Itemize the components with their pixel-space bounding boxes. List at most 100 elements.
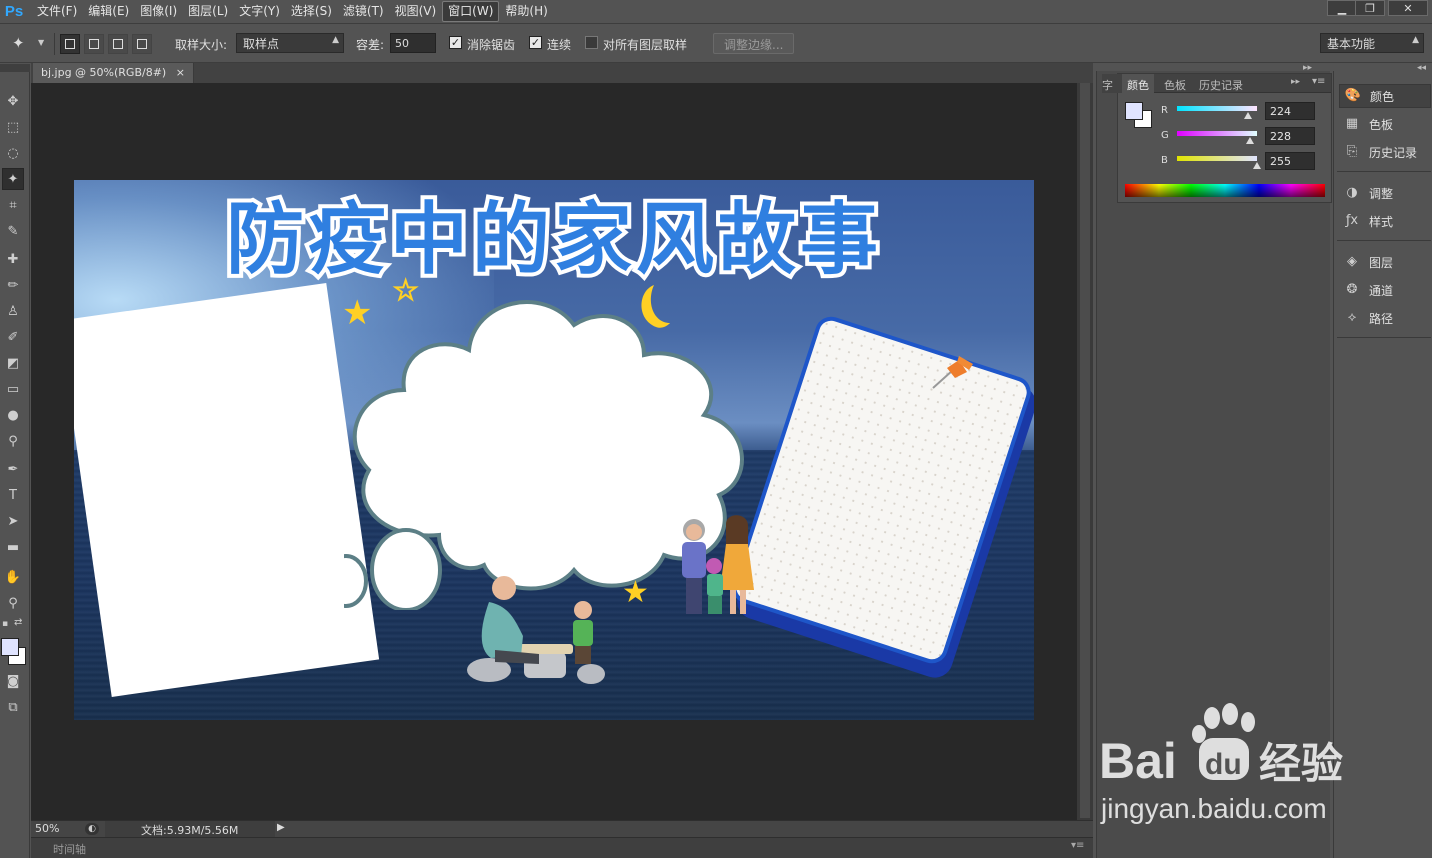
tab-character[interactable]: 字 [1102,74,1124,93]
hand-tool-icon[interactable]: ✋ [2,566,24,588]
share-icon[interactable]: ◐ [85,823,99,835]
minimize-button[interactable]: ▁ [1327,0,1357,16]
new-selection-button[interactable] [60,34,80,54]
dock-layers[interactable]: ◈ 图层 [1339,250,1431,274]
dock-adjustments[interactable]: ◑ 调整 [1339,181,1431,205]
dock-channels-label: 通道 [1369,283,1394,298]
add-to-selection-button[interactable] [84,34,104,54]
close-tab-icon[interactable]: × [176,66,185,79]
brush-tool-icon[interactable]: ✏ [2,274,24,296]
tolerance-label: 容差: [356,38,385,52]
b-slider-thumb[interactable] [1253,162,1261,169]
antialias-checkbox[interactable]: ✓ [449,36,462,49]
timeline-panel-bar[interactable]: 时间轴 ▾≡ [31,837,1093,858]
subtract-from-selection-button[interactable] [108,34,128,54]
document-canvas[interactable]: 防疫中的家风故事 ★ ★ ★ [74,180,1034,720]
dock-color[interactable]: 🎨 颜色 [1339,84,1431,108]
status-menu-arrow-icon[interactable]: ▶ [277,822,285,833]
panel-menu-icon[interactable]: ▾≡ [1071,840,1084,851]
r-value-input[interactable]: 224 [1265,102,1315,120]
b-slider[interactable] [1177,156,1257,161]
g-value-input[interactable]: 228 [1265,127,1315,145]
menu-image[interactable]: 图像(I) [135,0,182,23]
workspace-select[interactable]: 基本功能 ▲ [1320,33,1424,53]
menu-edit[interactable]: 编辑(E) [83,0,134,23]
divider [54,33,55,55]
history-brush-tool-icon[interactable]: ✐ [2,326,24,348]
quick-mask-icon[interactable]: ◙ [2,670,24,692]
history-icon: ⎘ [1346,144,1358,159]
healing-brush-tool-icon[interactable]: ✚ [2,248,24,270]
sample-all-layers-checkbox[interactable] [585,36,598,49]
dodge-tool-icon[interactable]: ⚲ [2,430,24,452]
type-tool-icon[interactable]: T [2,484,24,506]
r-slider-thumb[interactable] [1244,112,1252,119]
dock-styles[interactable]: ƒx 样式 [1339,209,1431,233]
tolerance-input[interactable]: 50 [390,33,436,53]
dock-channels[interactable]: ❂ 通道 [1339,278,1431,302]
baidu-jingyan-watermark: Bai du 经验 jingyan.baidu.com [1099,703,1343,824]
r-slider[interactable] [1177,106,1257,111]
dock-paths-label: 路径 [1369,311,1394,326]
more-tabs-icon[interactable]: ▸▸ [1291,77,1300,87]
vertical-scrollbar[interactable] [1077,83,1093,820]
dock-paths[interactable]: ⟡ 路径 [1339,306,1431,330]
eyedropper-tool-icon[interactable]: ✎ [2,220,24,242]
clone-stamp-tool-icon[interactable]: ♙ [2,300,24,322]
tab-swatches[interactable]: 色板 [1159,74,1191,93]
path-selection-tool-icon[interactable]: ➤ [2,510,24,532]
zoom-level[interactable]: 50% [35,822,59,835]
status-bar: 50% ◐ 文档:5.93M/5.56M ▶ [31,820,1093,837]
dock-history-label: 历史记录 [1369,145,1418,160]
default-colors-icon[interactable]: ▪ [2,619,8,629]
move-tool-icon[interactable]: ✥ [2,90,24,112]
tab-color[interactable]: 颜色 [1122,74,1154,93]
panel-menu-icon[interactable]: ▾≡ [1312,76,1325,87]
swatches-grid-icon: ▦ [1345,116,1359,131]
svg-text:经验: 经验 [1259,739,1343,788]
lasso-tool-icon[interactable]: ◌ [2,142,24,164]
dock-history[interactable]: ⎘ 历史记录 [1339,140,1431,164]
foreground-color-swatch[interactable] [1125,102,1143,120]
g-slider-thumb[interactable] [1246,137,1254,144]
menu-help[interactable]: 帮助(H) [500,0,552,23]
toolbar-grip[interactable] [0,64,30,72]
gradient-tool-icon[interactable]: ▭ [2,378,24,400]
marquee-tool-icon[interactable]: ⬚ [2,116,24,138]
screen-mode-icon[interactable]: ⧉ [2,696,24,718]
select-arrow-icon: ▲ [332,35,339,45]
pen-tool-icon[interactable]: ✒ [2,458,24,480]
panel-tabs: 字 颜色 色板 历史记录 ▸▸ ▾≡ [1102,74,1331,93]
scrollbar-thumb[interactable] [1080,83,1090,818]
menu-layer[interactable]: 图层(L) [183,0,233,23]
magic-wand-preset-icon[interactable]: ✦ [12,34,25,52]
menu-window[interactable]: 窗口(W) [442,1,500,22]
document-tab[interactable]: bj.jpg @ 50%(RGB/8#) × [33,63,194,83]
menu-type[interactable]: 文字(Y) [234,0,285,23]
tab-history[interactable]: 历史记录 [1194,74,1248,93]
b-value-input[interactable]: 255 [1265,152,1315,170]
close-button[interactable]: ✕ [1388,0,1428,16]
swap-colors-icon[interactable]: ⇄ [14,617,22,628]
blur-tool-icon[interactable]: ● [2,404,24,426]
eraser-tool-icon[interactable]: ◩ [2,352,24,374]
chevron-down-icon[interactable]: ▼ [38,38,44,47]
adjustments-icon: ◑ [1346,185,1358,200]
menu-filter[interactable]: 滤镜(T) [338,0,389,23]
crop-tool-icon[interactable]: ⌗ [2,194,24,216]
contiguous-checkbox[interactable]: ✓ [529,36,542,49]
dock-swatches[interactable]: ▦ 色板 [1339,112,1431,136]
g-slider[interactable] [1177,131,1257,136]
menu-file[interactable]: 文件(F) [32,0,82,23]
intersect-selection-button[interactable] [132,34,152,54]
sample-size-select[interactable]: 取样点 ▲ [236,33,344,53]
menu-view[interactable]: 视图(V) [390,0,442,23]
color-spectrum-bar[interactable] [1125,184,1325,197]
menu-select[interactable]: 选择(S) [286,0,337,23]
restore-button[interactable]: ❐ [1355,0,1385,16]
rectangle-tool-icon[interactable]: ▬ [2,536,24,558]
refine-edge-button[interactable]: 调整边缘... [713,33,795,54]
zoom-tool-icon[interactable]: ⚲ [2,592,24,614]
magic-wand-tool-icon[interactable]: ✦ [2,168,24,190]
foreground-color-swatch[interactable] [1,638,19,656]
